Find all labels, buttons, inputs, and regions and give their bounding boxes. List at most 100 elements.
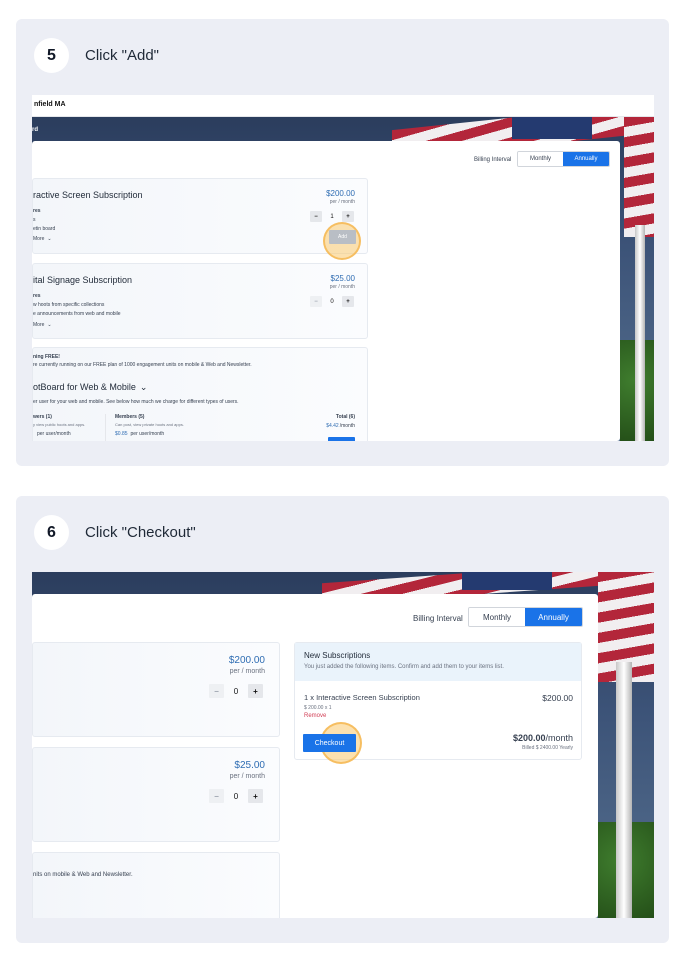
plan-price-period: per / month: [229, 773, 265, 780]
plus-icon[interactable]: +: [248, 684, 263, 698]
plan-price-period: per / month: [329, 284, 355, 290]
plan-price-period: per / month: [229, 668, 265, 675]
viewers-label: wers (1): [33, 414, 52, 420]
billing-interval-toggle: Monthly Annually: [517, 151, 610, 167]
plan-price: $200.00: [326, 189, 355, 198]
subscribe-button[interactable]: [328, 437, 355, 441]
minus-icon[interactable]: −: [209, 684, 224, 698]
plus-icon[interactable]: +: [248, 789, 263, 803]
plan-price-period: per / month: [329, 199, 355, 205]
plan-price: $25.00: [330, 274, 355, 283]
plan-price: $200.00: [228, 655, 265, 666]
annually-option[interactable]: Annually: [563, 152, 609, 166]
billed-yearly-note: Billed $ 2400.00 Yearly: [522, 745, 573, 751]
feature-line: s: [33, 217, 36, 223]
remove-link[interactable]: Remove: [304, 713, 326, 719]
quantity-stepper: − 0 +: [209, 789, 263, 803]
total-label: Total (6): [335, 414, 355, 420]
feature-line: etin board: [33, 226, 56, 232]
feature-line: w hoots from specific collections: [33, 302, 105, 308]
step-card-6: 6 Click "Checkout" Billing Interval Mont…: [16, 496, 669, 943]
free-plan-note: re currently running on our FREE plan of…: [33, 362, 252, 368]
product-selector[interactable]: otBoard for Web & Mobile ⌄: [33, 382, 147, 393]
viewers-description: y view public hoots and apps.: [33, 422, 86, 427]
quantity-stepper: − 0 +: [310, 296, 354, 307]
total-price-value: $4.42: [326, 423, 339, 429]
flagpole-image: [616, 662, 632, 918]
flag-stars-image: [462, 572, 552, 590]
step-instruction: Click "Add": [85, 47, 160, 64]
total-price-unit: /month: [339, 423, 355, 429]
plan-name: ital Signage Subscription: [33, 275, 133, 285]
billing-interval-label: Billing Interval: [413, 614, 463, 623]
members-description: Can post, view private hoots and apps.: [115, 422, 184, 427]
viewers-price: per user/month: [37, 431, 71, 437]
total-unit: /month: [545, 733, 573, 743]
new-subscriptions-subtitle: You just added the following items. Conf…: [304, 664, 504, 670]
free-plan-note: nits on mobile & Web and Newsletter.: [33, 872, 133, 878]
quantity-stepper: − 0 +: [209, 684, 263, 698]
divider: [105, 414, 106, 441]
features-heading: res: [33, 208, 41, 214]
chevron-down-icon: ⌄: [47, 322, 52, 328]
quantity-value: 0: [233, 791, 239, 801]
subscriptions-panel: Billing Interval Monthly Annually ractiv…: [32, 141, 620, 441]
members-price-value: $0.85: [115, 431, 128, 437]
top-bar: nfield MA: [32, 95, 654, 117]
billing-interval-label: Billing Interval: [474, 157, 512, 163]
quantity-stepper: − 1 +: [310, 211, 354, 222]
quantity-value: 0: [233, 686, 239, 696]
free-plan-card: ning FREE! re currently running on our F…: [32, 347, 368, 441]
organization-name: nfield MA: [34, 101, 66, 108]
total-value: $200.00: [512, 733, 546, 743]
step-6-screenshot: Billing Interval Monthly Annually $200.0…: [32, 572, 654, 918]
more-link[interactable]: More ⌄: [33, 322, 52, 328]
quantity-value: 0: [330, 298, 334, 305]
members-label: Members (5): [115, 414, 145, 420]
plan-card-digital-signage: $25.00 per / month − 0 +: [32, 747, 280, 842]
checkout-button[interactable]: Checkout: [303, 734, 356, 752]
more-label: More: [33, 236, 45, 242]
subscriptions-panel: Billing Interval Monthly Annually $200.0…: [32, 594, 598, 918]
minus-icon[interactable]: −: [310, 211, 322, 222]
chevron-down-icon: ⌄: [47, 236, 52, 242]
subscription-item-price: $200.00: [542, 693, 573, 703]
product-description: er user for your web and mobile. See bel…: [33, 399, 239, 405]
chevron-down-icon: ⌄: [139, 382, 148, 392]
members-price: $0.85 per user/month: [115, 431, 164, 437]
product-name: otBoard for Web & Mobile: [33, 382, 136, 392]
quantity-value: 1: [330, 213, 334, 220]
features-heading: res: [33, 293, 41, 299]
step-instruction: Click "Checkout": [85, 524, 196, 541]
feature-line: e announcements from web and mobile: [33, 311, 121, 317]
plan-price: $25.00: [234, 760, 265, 771]
minus-icon[interactable]: −: [209, 789, 224, 803]
monthly-option[interactable]: Monthly: [518, 152, 564, 166]
members-price-unit: per user/month: [130, 431, 165, 437]
flag-stars-image: [512, 117, 592, 139]
minus-icon[interactable]: −: [310, 296, 322, 307]
subscription-item-name: 1 x Interactive Screen Subscription: [304, 693, 420, 702]
plus-icon[interactable]: +: [342, 211, 354, 222]
plan-name: ractive Screen Subscription: [33, 190, 143, 200]
sidebar-label: rd: [32, 127, 38, 133]
flag-image-right: [624, 117, 654, 237]
free-plan-heading: ning FREE!: [33, 354, 60, 360]
new-subscriptions-panel: New Subscriptions You just added the fol…: [294, 642, 582, 764]
annually-option[interactable]: Annually: [525, 608, 582, 626]
total-price: $4.42 /month: [326, 423, 355, 429]
new-subscriptions-total: $200.00 /month: [513, 733, 573, 743]
add-button[interactable]: Add: [329, 230, 356, 244]
plan-card-digital-signage: ital Signage Subscription res w hoots fr…: [32, 263, 368, 339]
step-5-screenshot: nfield MA rd Billing Interval Monthly An…: [32, 95, 654, 441]
flagpole-image: [635, 225, 645, 441]
monthly-option[interactable]: Monthly: [469, 608, 526, 626]
plus-icon[interactable]: +: [342, 296, 354, 307]
plan-card-interactive-screen: $200.00 per / month − 0 +: [32, 642, 280, 737]
more-link[interactable]: More ⌄: [33, 236, 52, 242]
plan-card-interactive-screen: ractive Screen Subscription res s etin b…: [32, 178, 368, 260]
step-number-badge: 6: [34, 515, 69, 550]
free-plan-card: nits on mobile & Web and Newsletter.: [32, 852, 280, 918]
subscription-item-detail: $ 200.00 x 1: [304, 705, 332, 711]
new-subscriptions-header: [295, 643, 581, 681]
